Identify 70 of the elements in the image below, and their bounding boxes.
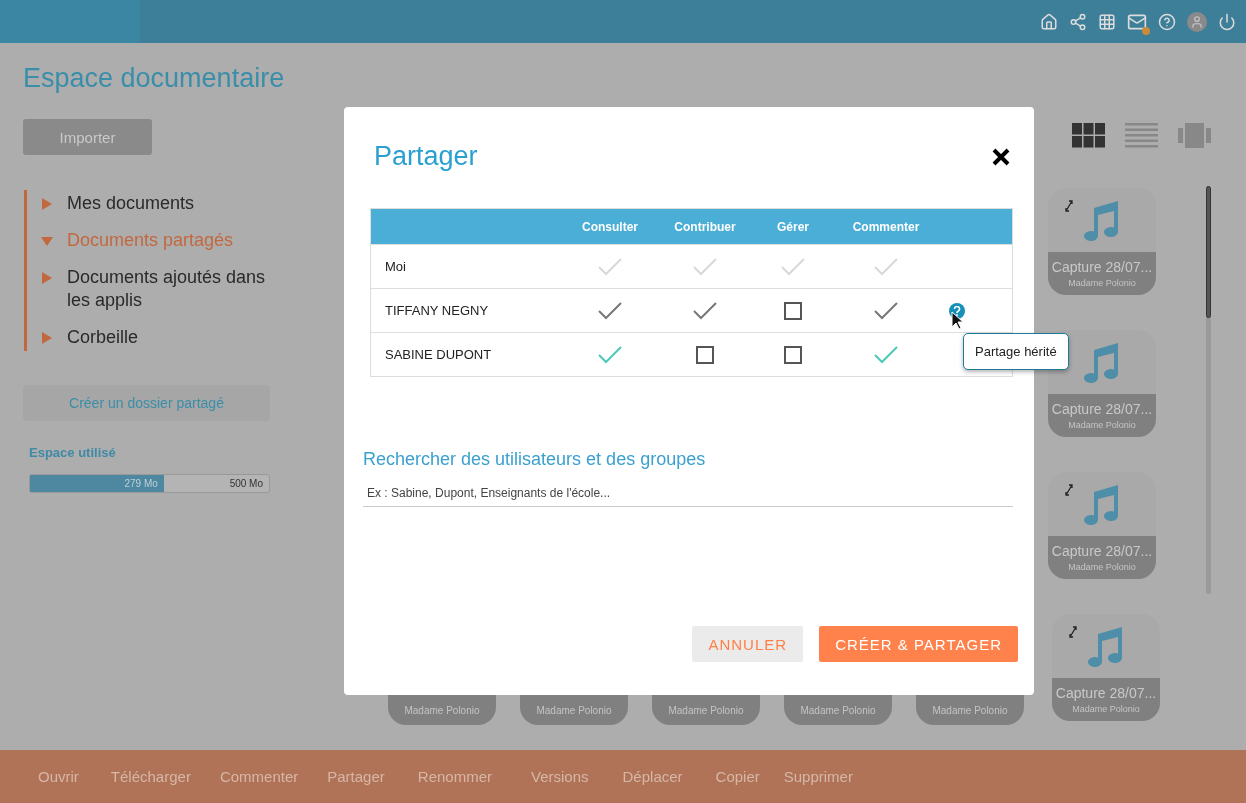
- cancel-button[interactable]: ANNULER: [692, 626, 804, 662]
- nav-item[interactable]: Mes documents: [67, 192, 195, 215]
- grid-view-icon[interactable]: [1072, 123, 1105, 148]
- checkmark-icon[interactable]: [873, 344, 899, 365]
- action-link[interactable]: Déplacer: [622, 768, 683, 785]
- scrollbar[interactable]: [1206, 186, 1211, 594]
- file-card[interactable]: Madame Polonio: [784, 695, 892, 725]
- checkbox[interactable]: [784, 301, 802, 320]
- caret-right-icon[interactable]: [41, 198, 53, 210]
- user-name: TIFFANY NEGNY: [384, 303, 490, 318]
- home-icon[interactable]: [1040, 12, 1058, 31]
- action-link[interactable]: Versions: [531, 768, 589, 785]
- user-name: Moi: [384, 259, 407, 274]
- avatar-icon[interactable]: [1187, 11, 1207, 32]
- storage-label: Espace utilisé: [29, 445, 117, 460]
- caret-down-icon[interactable]: [41, 235, 53, 247]
- column-header: Consulter: [581, 219, 639, 234]
- power-icon[interactable]: [1218, 12, 1236, 31]
- action-link[interactable]: Renommer: [417, 768, 492, 785]
- file-title: Capture 28/07...: [1051, 543, 1153, 559]
- total-space: 500 Mo: [229, 478, 263, 489]
- used-space: 279 Mo: [124, 478, 158, 489]
- file-author: Madame Polonio: [1068, 562, 1136, 572]
- column-header: Contribuer: [673, 219, 737, 234]
- action-link[interactable]: Copier: [715, 768, 760, 785]
- checkbox[interactable]: [784, 345, 802, 364]
- file-card[interactable]: Madame Polonio: [520, 695, 628, 725]
- search-label: Rechercher des utilisateurs et des groupes: [363, 449, 707, 470]
- expand-icon[interactable]: [1068, 626, 1078, 638]
- column-header: Commenter: [851, 219, 921, 234]
- action-link[interactable]: Partager: [327, 768, 385, 785]
- expand-icon[interactable]: [1064, 200, 1074, 212]
- nav-item[interactable]: Documents ajoutés dans les applis: [67, 266, 274, 312]
- create-folder-button[interactable]: Créer un dossier partagé: [23, 385, 270, 421]
- create-share-button[interactable]: CRÉER & PARTAGER: [819, 626, 1018, 662]
- checkmark-icon[interactable]: [597, 344, 623, 365]
- user-name: SABINE DUPONT: [384, 347, 493, 362]
- file-card[interactable]: Madame Polonio: [916, 695, 1024, 725]
- tooltip: Partage hérité: [963, 332, 1069, 370]
- dialog-title: Partager: [374, 141, 478, 172]
- checkmark-icon[interactable]: [873, 300, 899, 321]
- action-link[interactable]: Ouvrir: [38, 768, 79, 785]
- checkmark-icon[interactable]: [597, 300, 623, 321]
- share-icon[interactable]: [1069, 12, 1087, 31]
- file-title: Capture 28/07...: [1051, 259, 1153, 275]
- file-card[interactable]: Capture 28/07... Madame Polonio: [1048, 188, 1156, 295]
- action-link[interactable]: Télécharger: [110, 768, 191, 785]
- nav-item[interactable]: Documents partagés: [67, 229, 234, 252]
- caret-right-icon[interactable]: [41, 332, 53, 344]
- action-link[interactable]: Commenter: [219, 768, 299, 785]
- column-header: Gérer: [776, 219, 810, 234]
- apps-grid-icon[interactable]: [1098, 12, 1116, 31]
- file-author: Madame Polonio: [1072, 704, 1140, 714]
- close-button[interactable]: [992, 147, 1010, 166]
- file-card[interactable]: Capture 28/07... Madame Polonio: [1052, 614, 1160, 721]
- page-title: Espace documentaire: [23, 63, 286, 94]
- file-card[interactable]: Capture 28/07... Madame Polonio: [1048, 472, 1156, 579]
- file-title: Capture 28/07...: [1051, 401, 1153, 417]
- checkbox[interactable]: [696, 345, 714, 364]
- file-card[interactable]: Madame Polonio: [388, 695, 496, 725]
- action-link[interactable]: Supprimer: [783, 768, 853, 785]
- file-author: Madame Polonio: [1068, 420, 1136, 430]
- expand-icon[interactable]: [1064, 484, 1074, 496]
- file-author: Madame Polonio: [1068, 278, 1136, 288]
- checkmark-icon[interactable]: [692, 300, 718, 321]
- file-card[interactable]: Madame Polonio: [652, 695, 760, 725]
- caret-right-icon[interactable]: [41, 272, 53, 284]
- nav-item[interactable]: Corbeille: [67, 326, 139, 349]
- file-title: Capture 28/07...: [1055, 685, 1157, 701]
- import-button[interactable]: Importer: [23, 119, 152, 155]
